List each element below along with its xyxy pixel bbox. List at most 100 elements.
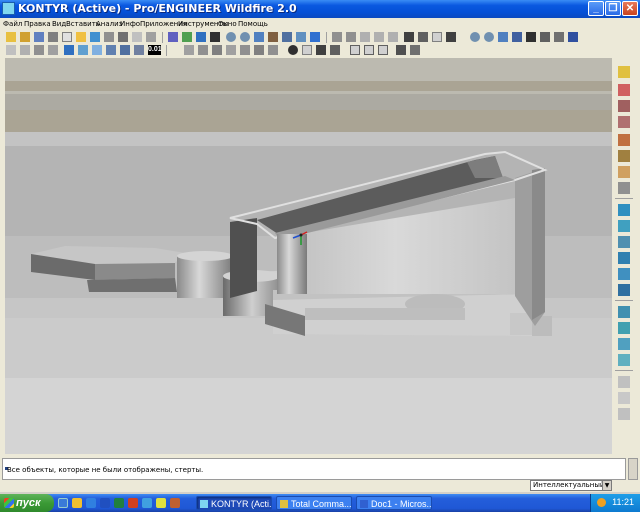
menu-analysis[interactable]: Анализ — [96, 20, 122, 28]
precision-box[interactable]: 0.01 — [148, 45, 162, 55]
view-orient-icon[interactable] — [168, 32, 178, 42]
datum-point-icon[interactable] — [618, 134, 630, 146]
taskbar-item-word[interactable]: Doc1 - Micros... — [356, 496, 432, 510]
desktop-icon[interactable] — [58, 498, 68, 508]
plane-icon[interactable] — [6, 45, 16, 55]
datum-display-icon[interactable] — [120, 45, 130, 55]
explorer-icon[interactable] — [72, 498, 82, 508]
menu-insert[interactable]: Вставить — [66, 20, 100, 28]
start-button[interactable]: пуск — [0, 494, 54, 512]
datum-plane-icon[interactable] — [618, 84, 630, 96]
extrude-icon[interactable] — [198, 45, 208, 55]
draft-tool-icon[interactable] — [618, 252, 630, 264]
graphics-viewport[interactable] — [5, 58, 612, 454]
minimize-button[interactable]: _ — [588, 1, 604, 16]
merge-tool-icon[interactable] — [618, 392, 630, 404]
fit-icon[interactable] — [498, 32, 508, 42]
menu-window[interactable]: Окно — [218, 20, 237, 28]
selection-box-icon[interactable] — [432, 32, 442, 42]
word-icon[interactable] — [100, 498, 110, 508]
app-icon-2[interactable] — [142, 498, 152, 508]
sketch-tool-icon[interactable] — [618, 66, 630, 78]
csys-icon[interactable] — [48, 45, 58, 55]
find-icon[interactable] — [404, 32, 414, 42]
appearance-icon[interactable] — [288, 45, 298, 55]
pan-icon[interactable] — [554, 32, 564, 42]
undo-arrow-icon[interactable] — [332, 32, 342, 42]
spin-center-toggle-icon[interactable] — [134, 45, 144, 55]
axis-icon[interactable] — [20, 45, 30, 55]
no-hidden-icon[interactable] — [92, 45, 102, 55]
datum-axis-tool-icon[interactable] — [618, 100, 630, 112]
print-icon[interactable] — [48, 32, 58, 42]
mirror-tool-icon[interactable] — [618, 376, 630, 388]
whats-this-icon[interactable] — [396, 45, 406, 55]
zoom-window-icon[interactable] — [196, 32, 206, 42]
close-button[interactable]: ✕ — [622, 1, 638, 16]
binoculars-icon[interactable] — [418, 32, 428, 42]
menu-info[interactable]: Инфо — [120, 20, 140, 28]
copy-icon[interactable] — [104, 32, 114, 42]
shell-tool-icon[interactable] — [618, 220, 630, 232]
round-tool-icon[interactable] — [618, 268, 630, 280]
app-icon-4[interactable] — [170, 498, 180, 508]
rib-tool-icon[interactable] — [618, 236, 630, 248]
revolve-icon[interactable] — [212, 45, 222, 55]
sweep-icon[interactable] — [226, 45, 236, 55]
select-arrow-icon[interactable] — [446, 32, 456, 42]
redo-arrow-icon[interactable] — [346, 32, 356, 42]
window-activate-icon[interactable] — [350, 45, 360, 55]
layers-icon[interactable] — [296, 32, 306, 42]
taskbar-item-proe[interactable]: KONTYR (Acti... — [196, 496, 272, 510]
open-icon[interactable] — [20, 32, 30, 42]
zoom-out-icon[interactable] — [240, 32, 250, 42]
orient-icon[interactable] — [512, 32, 522, 42]
help-pointer-icon[interactable] — [568, 32, 578, 42]
undo-icon[interactable] — [146, 32, 156, 42]
datum-curve-icon[interactable] — [618, 116, 630, 128]
window-close-icon[interactable] — [378, 45, 388, 55]
copy-feature-icon[interactable] — [374, 32, 384, 42]
coordinate-system-icon[interactable] — [618, 150, 630, 162]
extrude-tool-icon[interactable] — [618, 306, 630, 318]
taskbar-item-totalcmd[interactable]: Total Comma... — [276, 496, 352, 510]
view-manager-icon[interactable] — [316, 45, 326, 55]
point-icon[interactable] — [34, 45, 44, 55]
save-icon[interactable] — [34, 32, 44, 42]
app-icon-3[interactable] — [156, 498, 166, 508]
refit-icon[interactable] — [254, 32, 264, 42]
new-icon[interactable] — [6, 32, 16, 42]
paste-icon[interactable] — [388, 32, 398, 42]
wireframe-icon[interactable] — [106, 45, 116, 55]
model-tree-icon[interactable] — [302, 45, 312, 55]
shade-icon[interactable] — [64, 45, 74, 55]
blend-icon[interactable] — [240, 45, 250, 55]
hidden-line-icon[interactable] — [78, 45, 88, 55]
regenerate-icon[interactable] — [132, 32, 142, 42]
app-icon-1[interactable] — [128, 498, 138, 508]
trim-tool-icon[interactable] — [618, 408, 630, 420]
blend-tool-icon[interactable] — [618, 354, 630, 366]
menu-help[interactable]: Помощь — [238, 20, 268, 28]
spin-icon[interactable] — [540, 32, 550, 42]
round-icon[interactable] — [268, 45, 278, 55]
sketch-icon[interactable] — [184, 45, 194, 55]
page-icon[interactable] — [62, 32, 72, 42]
folder-icon[interactable] — [76, 32, 86, 42]
tray-icon[interactable] — [597, 498, 606, 507]
spin-center-icon[interactable] — [182, 32, 192, 42]
context-help-icon[interactable] — [410, 45, 420, 55]
datum-axis-icon[interactable] — [210, 32, 220, 42]
chamfer-tool-icon[interactable] — [618, 284, 630, 296]
analysis-feature-icon[interactable] — [618, 166, 630, 178]
menu-view[interactable]: Вид — [52, 20, 66, 28]
repaint-icon[interactable] — [268, 32, 278, 42]
display-style-icon[interactable] — [310, 32, 320, 42]
message-scrollbar[interactable] — [628, 458, 638, 480]
zoom-in-icon[interactable] — [226, 32, 236, 42]
hole-icon[interactable] — [254, 45, 264, 55]
zoom-in-2-icon[interactable] — [470, 32, 480, 42]
sketch-palette-icon[interactable] — [618, 182, 630, 194]
revolve-tool-icon[interactable] — [618, 322, 630, 334]
zoom-out-2-icon[interactable] — [484, 32, 494, 42]
